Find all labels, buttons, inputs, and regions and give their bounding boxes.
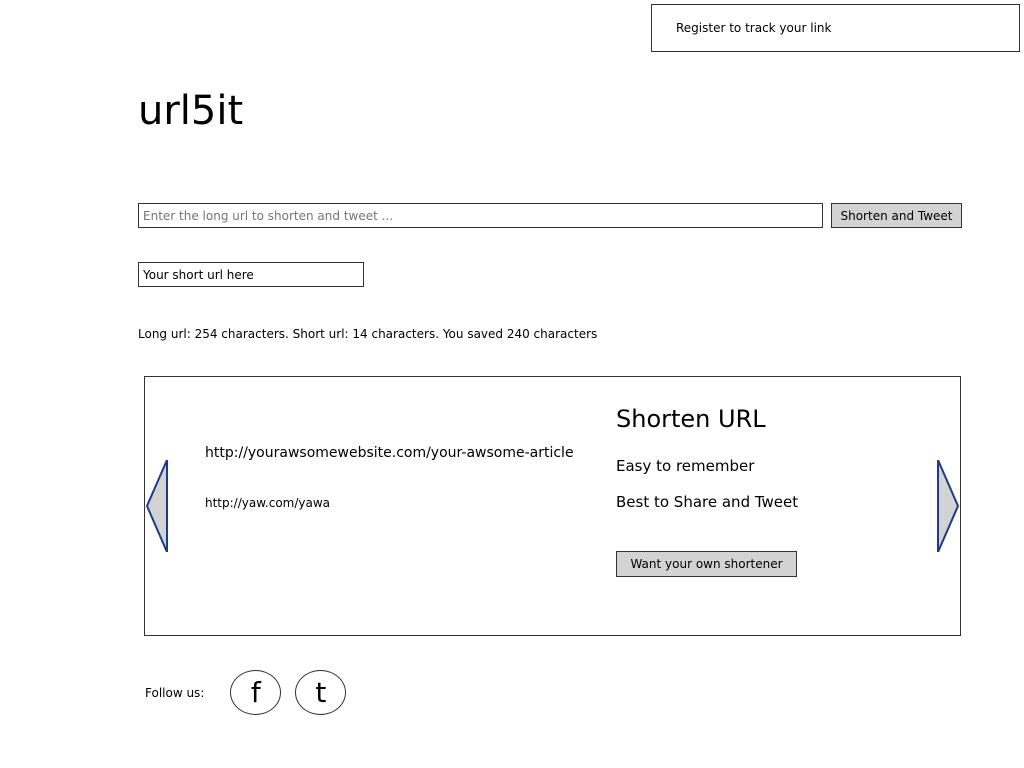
feature-1: Easy to remember (616, 457, 755, 475)
own-shortener-button[interactable]: Want your own shortener (616, 551, 797, 577)
register-link[interactable]: Register to track your link (651, 4, 1020, 52)
long-url-input[interactable] (138, 203, 823, 228)
follow-section: Follow us: f t (145, 670, 347, 715)
twitter-icon[interactable]: t (295, 670, 347, 715)
long-url-example: http://yourawsomewebsite.com/your-awsome… (205, 445, 574, 461)
facebook-icon[interactable]: f (230, 670, 282, 715)
logo: url5it (138, 88, 244, 134)
short-url-example: http://yaw.com/yawa (205, 496, 331, 510)
carousel-info: Shorten URL Easy to remember Best to Sha… (616, 377, 916, 635)
short-url-display[interactable]: Your short url here (138, 262, 364, 287)
carousel: http://yourawsomewebsite.com/your-awsome… (144, 376, 961, 636)
url-input-section: Shorten and Tweet (138, 203, 962, 228)
right-arrow-icon[interactable] (936, 460, 960, 552)
left-arrow-icon[interactable] (145, 460, 169, 552)
follow-label: Follow us: (145, 685, 205, 700)
carousel-example: http://yourawsomewebsite.com/your-awsome… (205, 377, 615, 635)
character-stats: Long url: 254 characters. Short url: 14 … (138, 327, 598, 341)
register-text: Register to track your link (676, 21, 832, 35)
feature-2: Best to Share and Tweet (616, 493, 799, 511)
social-icons: f t (230, 670, 347, 715)
shorten-tweet-button[interactable]: Shorten and Tweet (831, 203, 962, 228)
info-title: Shorten URL (616, 405, 766, 433)
